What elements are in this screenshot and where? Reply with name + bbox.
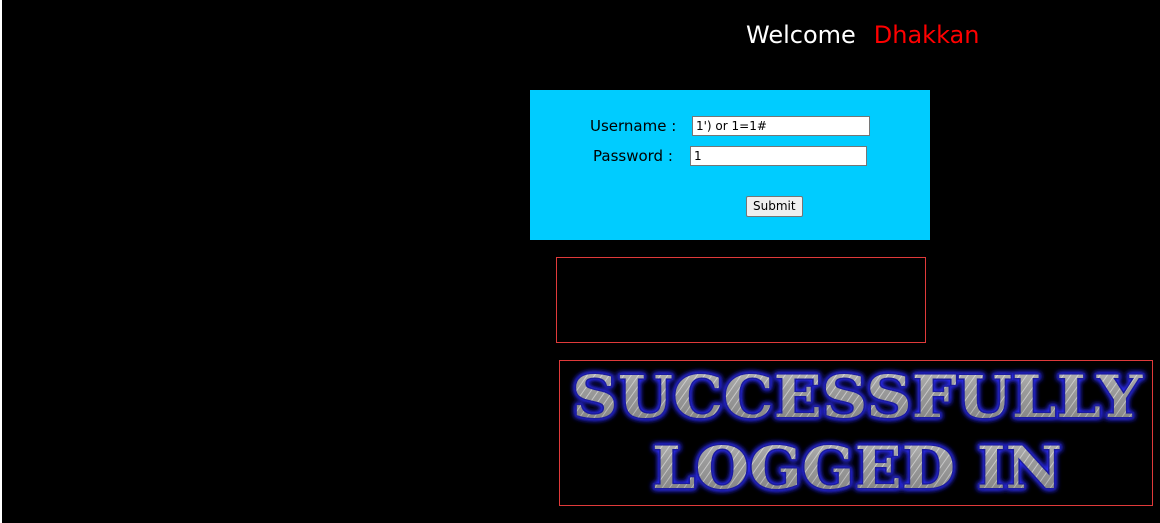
success-banner: SUCCESSFULLY SUCCESSFULLY LOGGED IN LOGG… bbox=[559, 360, 1153, 506]
page: Welcome Dhakkan Username : Password : Sub… bbox=[0, 0, 1160, 523]
username-label: Username : bbox=[590, 117, 677, 135]
result-message-box bbox=[556, 257, 926, 343]
password-label: Password : bbox=[593, 147, 673, 165]
submit-button[interactable]: Submit bbox=[746, 196, 803, 217]
username-input[interactable] bbox=[692, 116, 870, 136]
welcome-heading: Welcome Dhakkan bbox=[746, 18, 979, 52]
success-line-1-shine: SUCCESSFULLY bbox=[572, 363, 1143, 431]
login-form: Username : Password : Submit bbox=[530, 90, 930, 240]
welcome-text: Welcome bbox=[746, 21, 856, 49]
user-name: Dhakkan bbox=[873, 21, 980, 49]
frame-border bbox=[0, 0, 2, 523]
success-banner-image: SUCCESSFULLY SUCCESSFULLY LOGGED IN LOGG… bbox=[571, 362, 1145, 504]
success-line-2-shine: LOGGED IN bbox=[652, 434, 1062, 502]
password-input[interactable] bbox=[690, 146, 867, 166]
